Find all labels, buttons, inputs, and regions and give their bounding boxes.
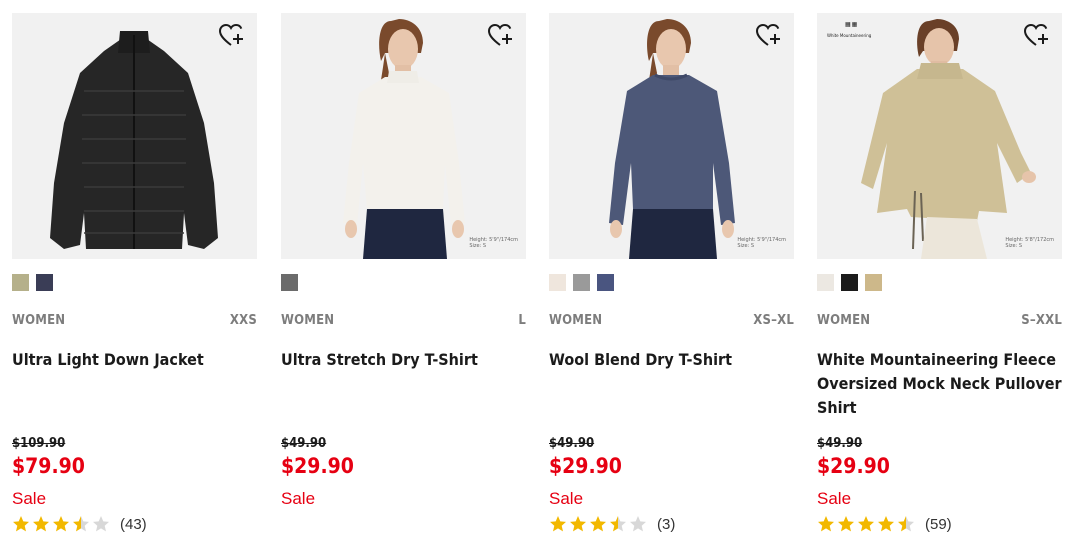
original-price: $49.90 <box>817 436 863 451</box>
star-rating <box>549 515 649 533</box>
sale-label: Sale <box>281 489 316 508</box>
original-price: $109.90 <box>12 436 66 451</box>
sale-price: $29.90 <box>281 454 354 478</box>
model-size-note: Height: 5'8"/172cm Size: S <box>1005 237 1054 249</box>
color-swatch[interactable] <box>549 274 566 291</box>
sale-price: $29.90 <box>817 454 890 478</box>
color-swatch[interactable] <box>281 274 298 291</box>
product-name[interactable]: Ultra Stretch Dry T-Shirt <box>281 348 526 372</box>
star-icon <box>630 516 646 532</box>
rating: (59) <box>817 514 952 534</box>
product-image[interactable]: Height: 5'9"/174cm Size: S <box>549 13 794 259</box>
product-card[interactable]: WOMEN XXS Ultra Light Down Jacket $109.9… <box>12 13 257 543</box>
original-price: $49.90 <box>281 436 327 451</box>
star-icon <box>590 516 606 532</box>
gender-label: WOMEN <box>281 313 335 328</box>
sale-label: Sale <box>12 489 47 508</box>
star-icon <box>550 516 566 532</box>
heart-plus-icon[interactable] <box>219 24 245 48</box>
star-icon <box>878 516 894 532</box>
product-grid: WOMEN XXS Ultra Light Down Jacket $109.9… <box>0 0 1080 555</box>
gender-label: WOMEN <box>12 313 66 328</box>
collab-logo: ▦▦ White Mountaineering <box>827 21 889 41</box>
star-icon <box>33 516 49 532</box>
rating: (43) <box>12 514 147 534</box>
heart-plus-icon[interactable] <box>1024 24 1050 48</box>
color-swatches <box>281 274 298 291</box>
star-icon <box>838 516 854 532</box>
star-icon <box>73 516 89 532</box>
star-icon <box>53 516 69 532</box>
color-swatch[interactable] <box>841 274 858 291</box>
product-image[interactable]: Height: 5'9"/174cm Size: S <box>281 13 526 259</box>
heart-plus-icon[interactable] <box>756 24 782 48</box>
star-icon <box>13 516 29 532</box>
product-name[interactable]: Ultra Light Down Jacket <box>12 348 257 372</box>
product-card[interactable]: ▦▦ White Mountaineering Height: 5'8"/172… <box>817 13 1062 543</box>
color-swatch[interactable] <box>12 274 29 291</box>
product-card[interactable]: Height: 5'9"/174cm Size: S WOMEN XS–XL W… <box>549 13 794 543</box>
collab-brand-name: White Mountaineering <box>827 33 872 38</box>
product-meta: WOMEN XXS <box>12 313 257 329</box>
product-image[interactable]: ▦▦ White Mountaineering Height: 5'8"/172… <box>817 13 1062 259</box>
color-swatch[interactable] <box>36 274 53 291</box>
size-range: S–XXL <box>1021 313 1062 328</box>
product-card[interactable]: Height: 5'9"/174cm Size: S WOMEN L Ultra… <box>281 13 526 543</box>
model-size-note: Height: 5'9"/174cm Size: S <box>469 237 518 249</box>
star-icon <box>898 516 914 532</box>
sale-price: $79.90 <box>12 454 85 478</box>
review-count: (43) <box>120 515 147 533</box>
color-swatch[interactable] <box>573 274 590 291</box>
star-rating <box>12 515 112 533</box>
color-swatch[interactable] <box>817 274 834 291</box>
size-range: L <box>518 313 526 328</box>
sale-label: Sale <box>817 489 852 508</box>
product-name[interactable]: White Mountaineering Fleece Oversized Mo… <box>817 348 1062 420</box>
size-range: XS–XL <box>753 313 794 328</box>
brand-logo-icon: ▦▦ <box>845 21 859 28</box>
product-photo <box>817 13 1062 259</box>
star-icon <box>818 516 834 532</box>
model-size-note: Height: 5'9"/174cm Size: S <box>737 237 786 249</box>
sale-label: Sale <box>549 489 584 508</box>
star-icon <box>858 516 874 532</box>
product-photo <box>12 13 257 259</box>
color-swatches <box>817 274 882 291</box>
product-photo <box>549 13 794 259</box>
rating: (3) <box>549 514 675 534</box>
star-icon <box>570 516 586 532</box>
heart-plus-icon[interactable] <box>488 24 514 48</box>
product-meta: WOMEN XS–XL <box>549 313 794 329</box>
product-meta: WOMEN L <box>281 313 526 329</box>
color-swatch[interactable] <box>597 274 614 291</box>
sale-price: $29.90 <box>549 454 622 478</box>
gender-label: WOMEN <box>549 313 603 328</box>
product-name[interactable]: Wool Blend Dry T-Shirt <box>549 348 794 372</box>
color-swatches <box>549 274 614 291</box>
color-swatch[interactable] <box>865 274 882 291</box>
size-range: XXS <box>229 313 257 328</box>
star-rating <box>817 515 917 533</box>
star-icon <box>610 516 626 532</box>
review-count: (59) <box>925 515 952 533</box>
review-count: (3) <box>657 515 676 533</box>
star-icon <box>93 516 109 532</box>
product-meta: WOMEN S–XXL <box>817 313 1062 329</box>
gender-label: WOMEN <box>817 313 871 328</box>
product-image[interactable] <box>12 13 257 259</box>
product-photo <box>281 13 526 259</box>
color-swatches <box>12 274 53 291</box>
original-price: $49.90 <box>549 436 595 451</box>
